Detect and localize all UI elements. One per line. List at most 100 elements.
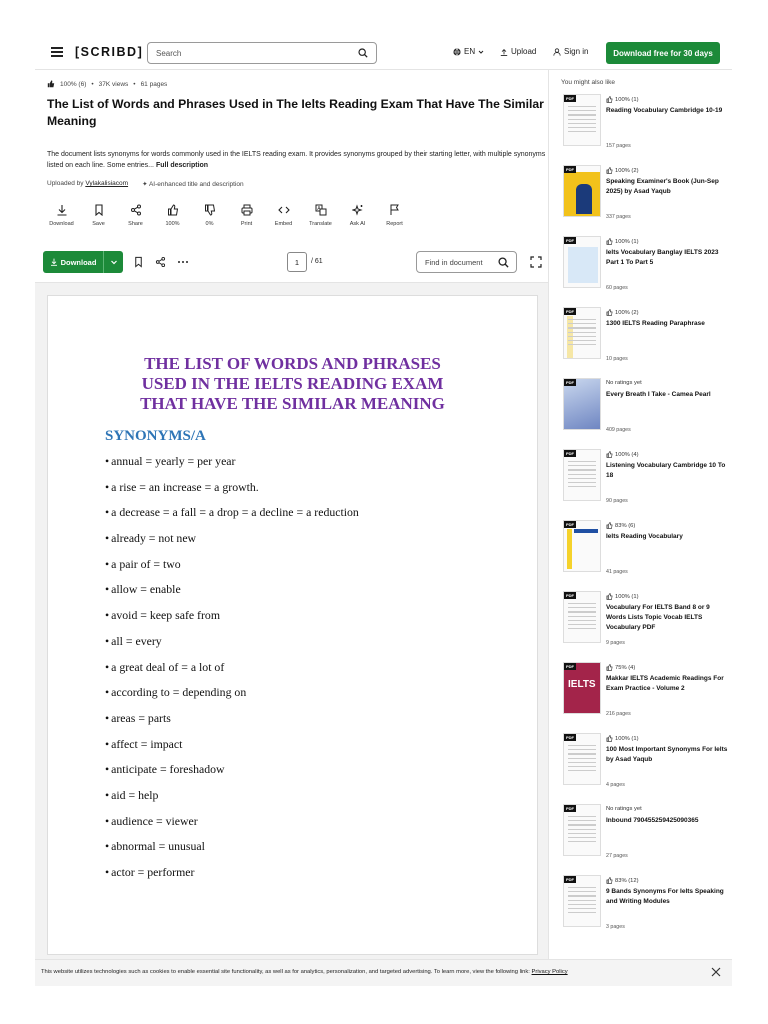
full-description-link[interactable]: Full description	[156, 162, 208, 169]
page-number-input[interactable]: 1	[287, 252, 307, 272]
action-translate[interactable]: A Translate	[302, 204, 339, 227]
uploader-link[interactable]: Vylakalisiacom	[85, 180, 128, 187]
recommendation-title[interactable]: Every Breath I Take - Camea Pearl	[606, 390, 728, 400]
recommendation-item[interactable]: PDF 83% (6) Ielts Reading Vocabulary 41 pag…	[561, 518, 731, 584]
thumbs-down-icon	[204, 204, 215, 216]
recommendation-title[interactable]: Makkar IELTS Academic Readings For Exam …	[606, 674, 728, 694]
recommendation-item[interactable]: PDF 100% (1) 100 Most Important Synonyms F…	[561, 731, 731, 797]
recommendation-pages: 157 pages	[606, 143, 631, 149]
recommendation-rating: 100% (2)	[606, 309, 639, 316]
search-icon[interactable]	[498, 257, 509, 268]
recommendation-rating: 100% (1)	[606, 238, 639, 245]
download-free-button[interactable]: Download free for 30 days	[606, 42, 720, 64]
pdf-badge: PDF	[564, 876, 576, 883]
pdf-badge: PDF	[564, 95, 576, 102]
privacy-policy-link[interactable]: Privacy Policy	[532, 969, 568, 975]
document-thumbnail[interactable]: PDF	[563, 94, 601, 146]
recommendation-rating: 75% (4)	[606, 664, 635, 671]
sign-in-link[interactable]: Sign in	[553, 47, 588, 56]
synonym-item: a rise = an increase = a growth.	[105, 480, 359, 506]
hamburger-menu-icon[interactable]	[51, 47, 63, 57]
recommendation-rating: No ratings yet	[606, 806, 642, 812]
search-box[interactable]	[147, 42, 377, 64]
synonym-item: allow = enable	[105, 582, 359, 608]
document-thumbnail[interactable]: PDF	[563, 520, 601, 572]
recommendation-item[interactable]: PDF 100% (1) Reading Vocabulary Cambridge …	[561, 92, 731, 158]
recommendation-title[interactable]: Speaking Examiner's Book (Jun-Sep 2025) …	[606, 177, 728, 197]
action-label: Translate	[309, 221, 332, 227]
close-icon[interactable]	[711, 967, 721, 977]
recommendation-item[interactable]: PDF No ratings yet Every Breath I Take - C…	[561, 376, 731, 442]
recommendation-title[interactable]: Vocabulary For IELTS Band 8 or 9 Words L…	[606, 603, 728, 633]
page-subheading: SYNONYMS/A	[105, 428, 206, 444]
recommendation-title[interactable]: 100 Most Important Synonyms For Ielts by…	[606, 745, 728, 765]
action-embed[interactable]: Embed	[265, 204, 302, 227]
fullscreen-icon[interactable]	[530, 256, 542, 268]
recommendation-title[interactable]: Inbound 790455259425090365	[606, 816, 728, 826]
search-icon[interactable]	[358, 48, 368, 58]
synonym-list: annual = yearly = per year a rise = an i…	[105, 454, 359, 891]
document-thumbnail[interactable]: PDF	[563, 733, 601, 785]
recommendation-title[interactable]: Listening Vocabulary Cambridge 10 To 18	[606, 461, 728, 481]
action-download[interactable]: Download	[43, 204, 80, 227]
cookie-message: This website utilizes technologies such …	[41, 969, 530, 975]
search-input[interactable]	[148, 48, 348, 58]
recommendation-item[interactable]: PDF 83% (12) 9 Bands Synonyms For Ielts Sp…	[561, 873, 731, 939]
recommendation-item[interactable]: PDF 100% (2) Speaking Examiner's Book (Jun…	[561, 163, 731, 229]
recommendation-title[interactable]: Ielts Vocabulary Banglay IELTS 2023 Part…	[606, 248, 728, 268]
more-options-icon[interactable]	[177, 260, 189, 264]
action-ask-ai[interactable]: Ask AI	[339, 204, 376, 227]
action-dislike[interactable]: 0%	[191, 204, 228, 227]
share-icon	[130, 204, 141, 216]
recommendation-item[interactable]: IELTS PDF 75% (4) Makkar IELTS Academic Rea…	[561, 660, 731, 726]
scribd-page: [SCRIBD] EN Upload Sign in Download free…	[35, 36, 732, 986]
pdf-badge: PDF	[564, 663, 576, 670]
download-options-button[interactable]	[104, 258, 123, 266]
upload-link[interactable]: Upload	[500, 47, 536, 56]
recommendation-item[interactable]: PDF 100% (4) Listening Vocabulary Cambridg…	[561, 447, 731, 513]
document-viewer[interactable]: THE LIST OF WORDS AND PHRASES USED IN TH…	[35, 282, 548, 986]
synonym-item: audience = viewer	[105, 814, 359, 840]
recommendation-item[interactable]: PDF 100% (2) 1300 IELTS Reading Paraphrase…	[561, 305, 731, 371]
recommendation-title[interactable]: Ielts Reading Vocabulary	[606, 532, 728, 542]
document-thumbnail[interactable]: PDF	[563, 804, 601, 856]
rating-text: No ratings yet	[606, 806, 642, 812]
action-share[interactable]: Share	[117, 204, 154, 227]
recommendation-title[interactable]: Reading Vocabulary Cambridge 10-19	[606, 106, 728, 116]
recommendation-rating: 83% (12)	[606, 877, 639, 884]
download-split-button[interactable]: Download	[43, 251, 123, 273]
rating-text: 100% (1)	[615, 593, 639, 600]
recommendation-title[interactable]: 1300 IELTS Reading Paraphrase	[606, 319, 728, 329]
document-thumbnail[interactable]: PDF	[563, 591, 601, 643]
find-in-document-input[interactable]: Find in document	[416, 251, 517, 273]
document-title: The List of Words and Phrases Used in Th…	[47, 97, 544, 128]
bookmark-icon[interactable]	[133, 256, 144, 268]
document-thumbnail[interactable]: PDF	[563, 449, 601, 501]
document-thumbnail[interactable]: PDF	[563, 307, 601, 359]
action-print[interactable]: Print	[228, 204, 265, 227]
doc-pages: 61 pages	[140, 80, 168, 88]
synonym-item: areas = parts	[105, 711, 359, 737]
meta-separator: •	[91, 80, 94, 88]
recommendation-title[interactable]: 9 Bands Synonyms For Ielts Speaking and …	[606, 887, 728, 907]
scribd-logo[interactable]: [SCRIBD]	[75, 45, 143, 59]
action-report[interactable]: Report	[376, 204, 413, 227]
thumbs-up-icon	[606, 664, 613, 671]
page-heading: THE LIST OF WORDS AND PHRASES USED IN TH…	[48, 354, 537, 414]
document-thumbnail[interactable]: PDF	[563, 378, 601, 430]
recommendation-rating: 83% (6)	[606, 522, 635, 529]
recommendation-item[interactable]: PDF 100% (1) Vocabulary For IELTS Band 8 o…	[561, 589, 731, 655]
share-icon[interactable]	[155, 256, 166, 268]
document-thumbnail[interactable]: PDF	[563, 165, 601, 217]
synonym-item: actor = performer	[105, 865, 359, 891]
download-button[interactable]: Download	[43, 251, 104, 273]
language-selector[interactable]: EN	[453, 47, 484, 56]
rating-text: 83% (12)	[615, 877, 639, 884]
document-thumbnail[interactable]: PDF	[563, 875, 601, 927]
action-like[interactable]: 100%	[154, 204, 191, 227]
recommendation-item[interactable]: PDF 100% (1) Ielts Vocabulary Banglay IELT…	[561, 234, 731, 300]
action-save[interactable]: Save	[80, 204, 117, 227]
document-thumbnail[interactable]: IELTS PDF	[563, 662, 601, 714]
recommendation-item[interactable]: PDF No ratings yet Inbound 790455259425090…	[561, 802, 731, 868]
document-thumbnail[interactable]: PDF	[563, 236, 601, 288]
